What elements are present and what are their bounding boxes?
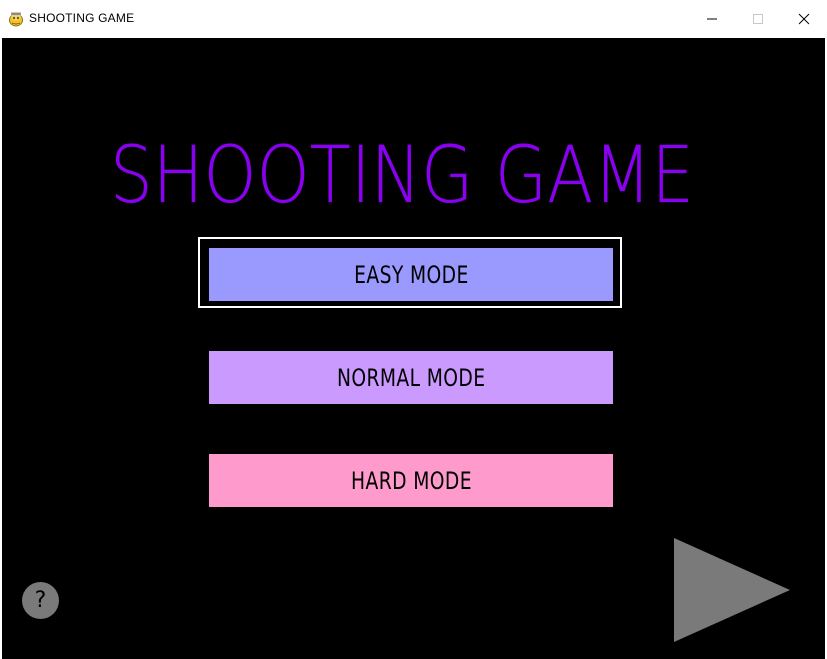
maximize-button[interactable] <box>735 0 781 38</box>
help-icon: ? <box>34 587 47 613</box>
normal-mode-label: NORMAL MODE <box>336 363 486 392</box>
game-window: SHOOTING GAME SHOOTING GAME EASY MODE NO… <box>0 0 827 659</box>
play-button[interactable] <box>674 538 790 642</box>
minimize-icon <box>707 18 717 20</box>
normal-mode-button[interactable]: NORMAL MODE <box>209 351 613 404</box>
game-canvas[interactable]: SHOOTING GAME EASY MODE NORMAL MODE HARD… <box>2 38 825 659</box>
hard-mode-button[interactable]: HARD MODE <box>209 454 613 507</box>
maximize-icon <box>753 14 763 24</box>
hard-mode-label: HARD MODE <box>350 466 472 495</box>
game-title: SHOOTING GAME <box>110 131 694 208</box>
close-icon <box>798 13 810 25</box>
easy-mode-button[interactable]: EASY MODE <box>209 248 613 301</box>
easy-mode-label: EASY MODE <box>353 260 469 289</box>
minimize-button[interactable] <box>689 0 735 38</box>
window-title: SHOOTING GAME <box>29 11 135 25</box>
game-title-text: SHOOTING GAME <box>110 131 694 208</box>
pygame-snake-icon <box>9 12 23 27</box>
play-triangle-icon <box>674 538 790 642</box>
close-button[interactable] <box>781 0 827 38</box>
title-bar[interactable]: SHOOTING GAME <box>0 0 827 38</box>
help-button[interactable]: ? <box>22 582 59 619</box>
